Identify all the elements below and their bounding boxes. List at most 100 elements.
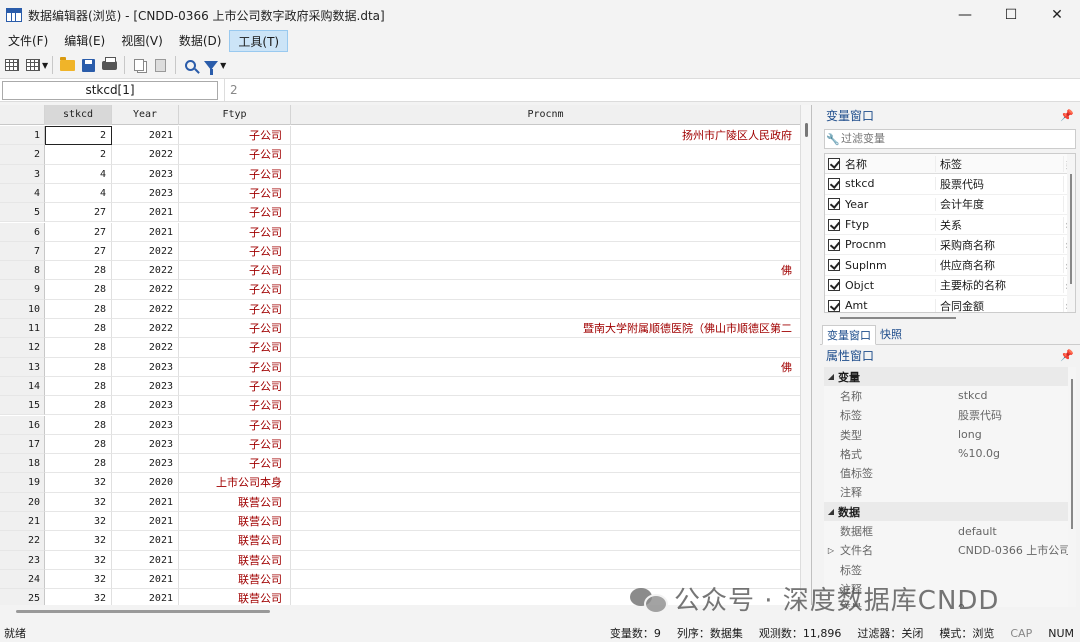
cell-ftyp[interactable]: 上市公司本身 <box>179 473 291 493</box>
expand-icon[interactable]: ▷ <box>824 546 838 555</box>
row-number[interactable]: 11 <box>0 319 45 339</box>
cell-ftyp[interactable]: 子公司 <box>179 280 291 300</box>
row-number[interactable]: 14 <box>0 376 45 397</box>
cell-ftyp[interactable]: 联营公司 <box>179 512 291 532</box>
table-row[interactable]: 3 4 2023 子公司 <box>0 164 801 184</box>
cell-ftyp[interactable]: 子公司 <box>179 396 291 416</box>
cell-year[interactable]: 2021 <box>112 512 179 532</box>
table-row[interactable]: 12 28 2022 子公司 <box>0 338 801 358</box>
cell-procnm[interactable] <box>291 145 801 165</box>
wrench-icon[interactable]: 🔧 <box>825 131 841 147</box>
cell-year[interactable]: 2021 <box>112 203 179 223</box>
header-name[interactable]: 名称 <box>844 155 936 172</box>
cell-stkcd[interactable]: 28 <box>45 319 112 339</box>
table-row[interactable]: 19 32 2020 上市公司本身 <box>0 473 801 493</box>
variable-row[interactable]: Objct主要标的名称st <box>825 276 1075 297</box>
variable-checkbox[interactable] <box>828 198 840 211</box>
row-number[interactable]: 15 <box>0 396 45 416</box>
menu-data[interactable]: 数据(D) <box>171 30 230 52</box>
variable-checkbox[interactable] <box>828 259 840 272</box>
cell-procnm[interactable] <box>291 241 801 262</box>
pin-icon[interactable]: 📌 <box>1060 345 1074 367</box>
property-row[interactable]: 名称 stkcd <box>824 386 1076 405</box>
header-label[interactable]: 标签 <box>936 155 1064 172</box>
cell-procnm[interactable]: 佛 <box>291 357 801 377</box>
menu-view[interactable]: 视图(V) <box>113 30 171 52</box>
cell-procnm[interactable] <box>291 473 801 493</box>
tab-variables[interactable]: 变量窗口 <box>822 325 876 345</box>
properties-scrollbar[interactable] <box>1068 367 1076 607</box>
table-row[interactable]: 8 28 2022 子公司佛 <box>0 261 801 281</box>
row-number[interactable]: 20 <box>0 492 45 512</box>
row-number[interactable]: 19 <box>0 473 45 493</box>
property-row[interactable]: 标签 股票代码 <box>824 406 1076 425</box>
paste-button[interactable] <box>150 55 170 75</box>
variable-row[interactable]: Year会计年度in <box>825 195 1075 215</box>
menu-file[interactable]: 文件(F) <box>0 30 56 52</box>
cell-ftyp[interactable]: 联营公司 <box>179 492 291 512</box>
variable-checkbox[interactable] <box>828 177 840 190</box>
table-row[interactable]: 5 27 2021 子公司 <box>0 203 801 223</box>
menu-tools[interactable]: 工具(T) <box>229 30 289 52</box>
cell-value-input[interactable]: 2 <box>224 79 1074 101</box>
table-row[interactable]: 17 28 2023 子公司 <box>0 434 801 455</box>
vertical-scrollbar[interactable] <box>800 105 811 605</box>
cell-ftyp[interactable]: 子公司 <box>179 454 291 474</box>
cell-stkcd[interactable]: 28 <box>45 415 112 435</box>
table-row[interactable]: 13 28 2023 子公司佛 <box>0 357 801 377</box>
cell-stkcd[interactable]: 32 <box>45 550 112 570</box>
row-number[interactable]: 7 <box>0 241 45 262</box>
cell-ftyp[interactable]: 联营公司 <box>179 569 291 590</box>
property-row[interactable]: 类型 long <box>824 425 1076 444</box>
minimize-button[interactable]: — <box>942 0 988 30</box>
cell-stkcd[interactable]: 28 <box>45 261 112 281</box>
row-number[interactable]: 2 <box>0 145 45 165</box>
cell-procnm[interactable] <box>291 454 801 474</box>
variables-scrollbar[interactable] <box>1067 154 1075 312</box>
cell-procnm[interactable] <box>291 492 801 512</box>
cell-procnm[interactable] <box>291 550 801 570</box>
cell-ftyp[interactable]: 子公司 <box>179 164 291 184</box>
cell-procnm[interactable] <box>291 396 801 416</box>
copy-button[interactable] <box>129 55 149 75</box>
property-row[interactable]: ▷ 文件名 CNDD-0366 上市公司 <box>824 541 1076 560</box>
cell-year[interactable]: 2022 <box>112 241 179 262</box>
table-row[interactable]: 6 27 2021 子公司 <box>0 222 801 242</box>
cell-stkcd[interactable]: 28 <box>45 434 112 455</box>
grid-view-button[interactable] <box>23 55 43 75</box>
cell-stkcd[interactable]: 4 <box>45 183 112 204</box>
cell-year[interactable]: 2021 <box>112 550 179 570</box>
row-number[interactable]: 5 <box>0 203 45 223</box>
row-number[interactable]: 23 <box>0 550 45 570</box>
cell-stkcd[interactable]: 27 <box>45 222 112 242</box>
cell-stkcd[interactable]: 32 <box>45 589 112 605</box>
close-button[interactable]: ✕ <box>1034 0 1080 30</box>
cell-ftyp[interactable]: 子公司 <box>179 299 291 319</box>
cell-stkcd[interactable]: 32 <box>45 492 112 512</box>
cell-year[interactable]: 2023 <box>112 434 179 455</box>
cell-year[interactable]: 2023 <box>112 396 179 416</box>
cell-stkcd[interactable]: 28 <box>45 338 112 358</box>
property-row[interactable]: 标签 <box>824 560 1076 579</box>
cell-ftyp[interactable]: 联营公司 <box>179 589 291 605</box>
variable-row[interactable]: Ftyp关系st <box>825 215 1075 236</box>
variable-checkbox[interactable] <box>828 218 840 231</box>
cell-stkcd[interactable]: 28 <box>45 357 112 377</box>
row-number[interactable]: 13 <box>0 357 45 377</box>
column-header-stkcd[interactable]: stkcd <box>45 105 112 125</box>
cell-year[interactable]: 2021 <box>112 569 179 590</box>
pin-icon[interactable]: 📌 <box>1060 105 1074 127</box>
row-number[interactable]: 12 <box>0 338 45 358</box>
cell-year[interactable]: 2021 <box>112 222 179 242</box>
select-all-checkbox[interactable] <box>828 157 840 170</box>
cell-stkcd[interactable]: 27 <box>45 203 112 223</box>
cell-year[interactable]: 2021 <box>112 531 179 551</box>
cell-procnm[interactable] <box>291 222 801 242</box>
row-number[interactable]: 1 <box>0 126 45 146</box>
property-row[interactable]: 格式 %10.0g <box>824 444 1076 463</box>
cell-procnm[interactable]: 扬州市广陵区人民政府 <box>291 126 801 146</box>
cell-year[interactable]: 2021 <box>112 492 179 512</box>
cell-stkcd[interactable]: 28 <box>45 376 112 397</box>
row-number[interactable]: 10 <box>0 299 45 319</box>
variable-checkbox[interactable] <box>828 238 840 251</box>
